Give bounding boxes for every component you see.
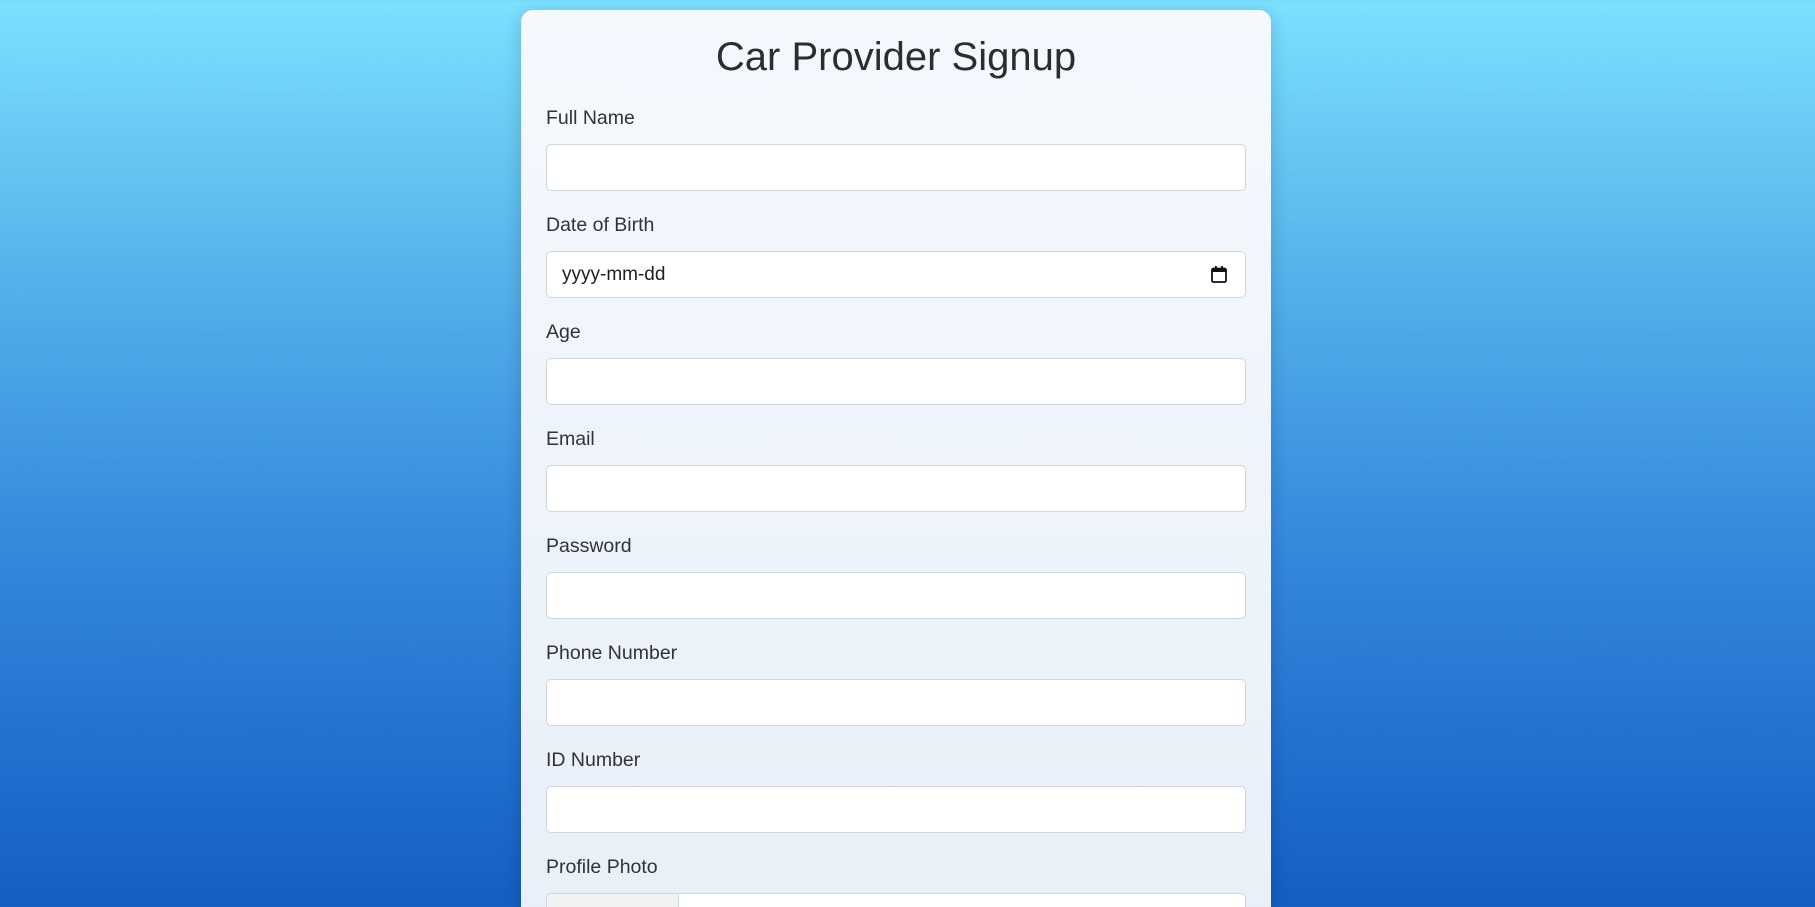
- date-placeholder: yyyy-mm-dd: [562, 264, 666, 285]
- date-of-birth-field: Date of Birth yyyy-mm-dd: [546, 213, 1246, 298]
- file-status-text: No file chosen: [679, 894, 829, 907]
- full-name-label: Full Name: [546, 107, 635, 129]
- id-number-label: ID Number: [546, 749, 641, 771]
- email-label: Email: [546, 428, 595, 450]
- email-field: Email: [546, 427, 1246, 512]
- profile-photo-input[interactable]: Choose File No file chosen: [546, 893, 1246, 907]
- password-label: Password: [546, 535, 632, 557]
- profile-photo-label: Profile Photo: [546, 856, 658, 878]
- page-title: Car Provider Signup: [715, 35, 1077, 79]
- full-name-input[interactable]: [546, 144, 1246, 191]
- phone-number-field: Phone Number: [546, 641, 1246, 726]
- age-label: Age: [546, 321, 581, 343]
- date-of-birth-input[interactable]: yyyy-mm-dd: [546, 251, 1246, 298]
- date-of-birth-label: Date of Birth: [546, 214, 655, 236]
- id-number-input[interactable]: [546, 786, 1246, 833]
- calendar-icon[interactable]: [1211, 266, 1227, 283]
- full-name-field: Full Name: [546, 106, 1246, 191]
- password-input[interactable]: [546, 572, 1246, 619]
- age-field: Age: [546, 320, 1246, 405]
- phone-number-label: Phone Number: [546, 642, 678, 664]
- profile-photo-field: Profile Photo Choose File No file chosen: [546, 855, 1246, 907]
- signup-card: Car Provider Signup Full Name Date of Bi…: [521, 10, 1271, 907]
- phone-number-input[interactable]: [546, 679, 1246, 726]
- password-field: Password: [546, 534, 1246, 619]
- email-input[interactable]: [546, 465, 1246, 512]
- choose-file-button[interactable]: Choose File: [547, 894, 680, 907]
- id-number-field: ID Number: [546, 748, 1246, 833]
- age-input[interactable]: [546, 358, 1246, 405]
